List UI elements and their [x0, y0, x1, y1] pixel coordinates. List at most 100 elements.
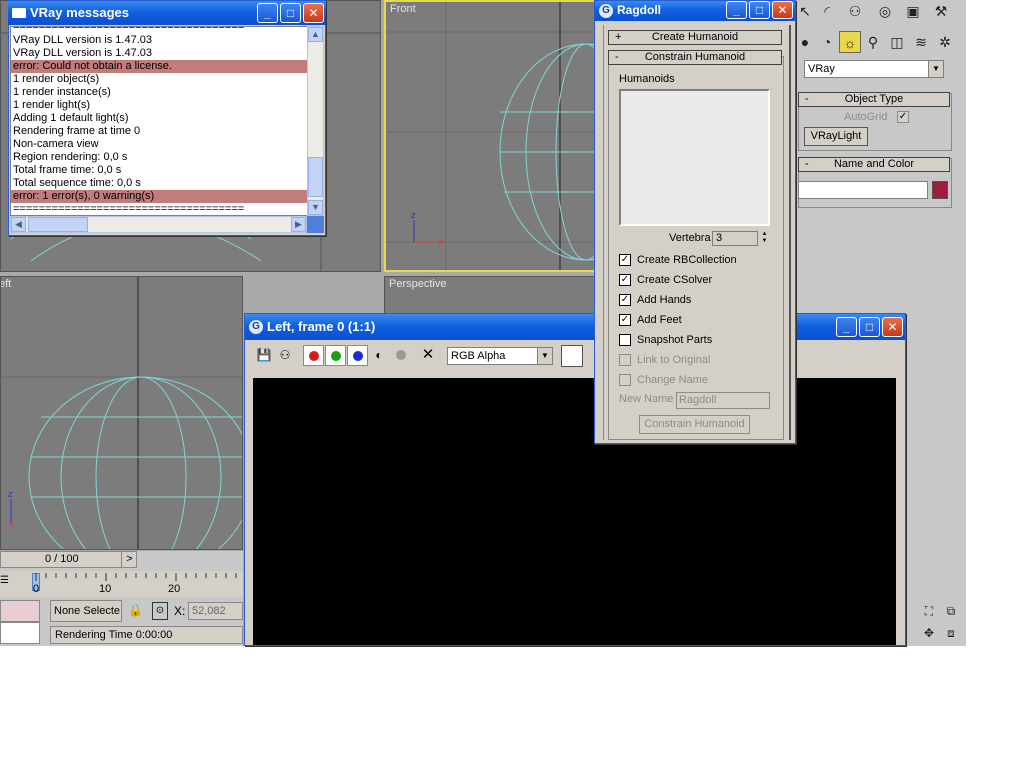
time-slider[interactable]: 0 / 100 — [0, 551, 137, 568]
name-color-rollout[interactable]: - Name and Color — [798, 157, 950, 172]
scroll-left-button[interactable]: ◀ — [11, 217, 26, 232]
option-checkbox[interactable]: ✓ — [619, 254, 631, 266]
systems-icon[interactable]: ✲ — [934, 31, 956, 53]
clear-icon[interactable]: ✕ — [419, 346, 437, 364]
select-arrow-icon[interactable]: ↖ — [794, 0, 816, 22]
option-checkbox[interactable] — [619, 334, 631, 346]
rollout-minus-icon: - — [615, 51, 619, 63]
renderer-dropdown[interactable]: VRay ▼ — [804, 60, 944, 78]
minimize-button[interactable]: _ — [836, 317, 857, 337]
frame-buffer-toolbar: 💾 ⚇ ◐ ✕ RGB Alpha ▼ — [245, 340, 905, 370]
option-row[interactable]: ✓ Create CSolver — [619, 272, 712, 288]
hierarchy-tab-icon[interactable]: ⚇ — [844, 0, 866, 22]
display-tab-icon[interactable]: ▣ — [902, 0, 924, 22]
horizontal-scroll-thumb[interactable] — [28, 217, 88, 232]
lock-icon[interactable]: 🔒 — [128, 603, 143, 619]
helpers-icon[interactable]: ◫ — [886, 31, 908, 53]
scroll-down-button[interactable]: ▼ — [308, 200, 323, 215]
option-checkbox[interactable]: ✓ — [619, 314, 631, 326]
spinner-arrows-icon[interactable]: ▲ ▼ — [759, 231, 770, 246]
log-horizontal-scrollbar[interactable]: ◀ ▶ — [10, 216, 307, 233]
minimize-button[interactable]: _ — [257, 3, 278, 23]
ragdoll-titlebar[interactable]: G Ragdoll _ □ ✕ — [595, 1, 795, 21]
blue-channel-button[interactable] — [347, 345, 368, 366]
minimize-button[interactable]: _ — [726, 1, 747, 19]
time-slider-next-button[interactable]: > — [121, 552, 137, 567]
clone-icon[interactable]: ⚇ — [276, 346, 294, 364]
green-channel-button[interactable] — [325, 345, 346, 366]
object-type-rollout[interactable]: - Object Type — [798, 92, 950, 107]
vray-messages-titlebar[interactable]: VRay messages _ □ ✕ — [8, 1, 326, 25]
maximize-button[interactable]: □ — [280, 3, 301, 23]
vraylight-button[interactable]: VRayLight — [804, 127, 868, 146]
window-icon — [12, 8, 26, 18]
alpha-channel-icon[interactable]: ◐ — [370, 346, 388, 364]
scroll-thumb[interactable] — [308, 157, 323, 197]
vray-messages-window[interactable]: VRay messages _ □ ✕ ====================… — [8, 0, 326, 236]
log-line: Total frame time: 0,0 s — [13, 164, 122, 176]
maximize-viewport-icon[interactable]: ⧈ — [940, 622, 962, 644]
color-swatch[interactable] — [561, 345, 583, 367]
log-vertical-scrollbar[interactable]: ▲ ▼ — [307, 26, 324, 216]
selection-text: None Selecte — [54, 605, 121, 617]
option-checkbox[interactable]: ✓ — [619, 274, 631, 286]
x-label: X: — [174, 604, 186, 618]
create-tab-icon[interactable]: ◜ — [816, 0, 838, 22]
option-row[interactable]: ✓ Add Feet — [619, 312, 682, 328]
autogrid-label: AutoGrid — [844, 111, 888, 123]
vray-message-log[interactable]: ==================================== VRay… — [10, 26, 310, 216]
maximize-button[interactable]: □ — [749, 1, 770, 19]
constrain-humanoid-button[interactable]: Constrain Humanoid — [639, 415, 750, 434]
scroll-up-button[interactable]: ▲ — [308, 27, 323, 42]
zoom-extents-icon[interactable]: ⛶ — [918, 600, 940, 622]
x-coordinate-field[interactable]: 52,082 — [188, 602, 243, 620]
spacewarps-icon[interactable]: ≋ — [910, 31, 932, 53]
motion-tab-icon[interactable]: ◎ — [874, 0, 896, 22]
lights-icon[interactable]: ☼ — [839, 31, 861, 53]
rollout-minus-icon: - — [805, 158, 809, 170]
utilities-tab-icon[interactable]: ⚒ — [930, 0, 952, 22]
constrain-humanoid-rollout[interactable]: - Constrain Humanoid — [608, 50, 782, 65]
maximize-button[interactable]: □ — [859, 317, 880, 337]
monochrome-icon[interactable] — [396, 350, 406, 360]
log-line: Rendering frame at time 0 — [13, 125, 141, 137]
log-line: Region rendering: 0,0 s — [13, 151, 128, 163]
cameras-icon[interactable]: ⚲ — [862, 31, 884, 53]
humanoids-listbox[interactable] — [619, 89, 770, 226]
vertebra-spinner[interactable]: 3 — [712, 231, 758, 246]
close-button[interactable]: ✕ — [303, 3, 324, 23]
orbit-icon[interactable]: ✥ — [918, 622, 940, 644]
red-channel-button[interactable] — [303, 345, 324, 366]
new-name-label: New Name — [619, 393, 674, 405]
option-row[interactable]: ✓ Create RBCollection — [619, 252, 737, 268]
geometry-icon[interactable]: ● — [794, 31, 816, 53]
create-humanoid-rollout[interactable]: + Create Humanoid — [608, 30, 782, 45]
new-name-field[interactable]: Ragdoll — [676, 392, 770, 409]
option-row[interactable]: Snapshot Parts — [619, 332, 712, 348]
autogrid-checkbox[interactable]: ✓ — [897, 111, 909, 123]
object-color-swatch[interactable] — [932, 181, 948, 199]
close-button[interactable]: ✕ — [882, 317, 903, 337]
viewport-left[interactable]: eft z y — [0, 276, 243, 550]
frame-buffer-window[interactable]: G Left, frame 0 (1:1) _ □ ✕ 💾 ⚇ ◐ ✕ RGB … — [244, 313, 906, 646]
scroll-right-button[interactable]: ▶ — [291, 217, 306, 232]
track-bar[interactable]: ☰ 0 10 20 — [0, 571, 243, 597]
option-row[interactable]: ✓ Add Hands — [619, 292, 691, 308]
absolute-mode-icon[interactable]: ⊙ — [152, 602, 168, 620]
viewport-perspective[interactable]: Perspective — [384, 276, 596, 316]
close-button[interactable]: ✕ — [772, 1, 793, 19]
object-name-field[interactable] — [798, 181, 928, 199]
viewport-front[interactable]: Front x z — [384, 0, 596, 272]
x-coordinate-value: 52,082 — [192, 605, 226, 617]
channel-dropdown[interactable]: RGB Alpha ▼ — [447, 347, 553, 365]
tick-label-0: 0 — [33, 583, 40, 595]
option-checkbox[interactable]: ✓ — [619, 294, 631, 306]
shapes-icon[interactable]: ◔ — [816, 31, 838, 53]
frame-buffer-titlebar[interactable]: G Left, frame 0 (1:1) _ □ ✕ — [245, 314, 905, 340]
svg-text:y: y — [9, 520, 15, 530]
zoom-region-icon[interactable]: ⧉ — [940, 600, 962, 622]
resize-grip-icon[interactable] — [307, 216, 324, 233]
log-line: Adding 1 default light(s) — [13, 112, 129, 124]
save-icon[interactable]: 💾 — [255, 346, 273, 364]
frame-counter: 0 / 100 — [45, 553, 79, 565]
